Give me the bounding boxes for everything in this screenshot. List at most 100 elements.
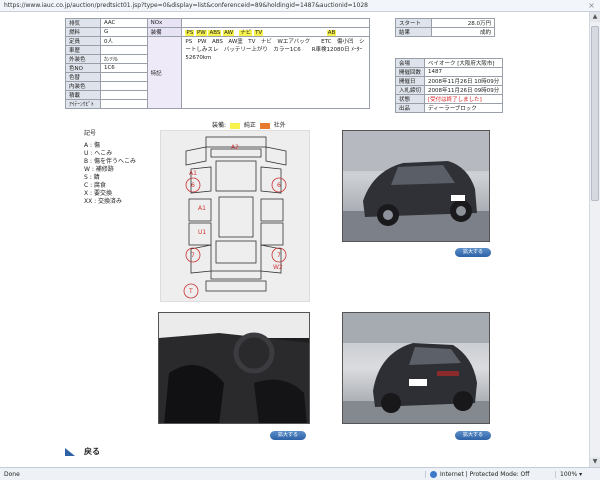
car-rear-image xyxy=(343,313,489,423)
pure-swatch xyxy=(229,122,240,129)
tokki-label: 特記 xyxy=(150,70,162,77)
marks-legend: 記号 A : 傷 U : へこみ B : 傷を伴うへこみ W : 補修跡 S :… xyxy=(84,130,136,206)
back-link[interactable]: 戻る xyxy=(64,446,100,457)
car-photo-interior[interactable] xyxy=(158,312,310,424)
status-bar: Done Internet | Protected Mode: Off 100%… xyxy=(0,467,600,480)
spec-value xyxy=(99,45,148,55)
spec-value: 0人 xyxy=(99,36,148,46)
auction-label: 入札締切 xyxy=(394,85,426,95)
car-photo-front[interactable] xyxy=(342,130,490,242)
legend-aftermarket: 社外 xyxy=(273,122,286,129)
spec-value xyxy=(99,90,148,100)
legend-title: 装備: xyxy=(212,122,227,129)
spec-value xyxy=(99,99,148,109)
spec-value: G xyxy=(99,27,148,37)
start-label: スタート xyxy=(395,18,432,28)
spec-table: 排気 AAC NOx 燃料 G 装備 PS PW ABS AW ナビ TV AB… xyxy=(65,18,370,109)
condition-diagram: A2 A1 A1 U1 W2 6 6 7 7 T xyxy=(160,130,310,302)
back-arrow-icon xyxy=(65,447,75,456)
equip-tag: PW xyxy=(195,30,207,36)
enlarge-button[interactable]: 拡大する xyxy=(270,431,306,440)
back-label[interactable]: 戻る xyxy=(84,446,100,457)
equip-tag: TV xyxy=(254,30,264,36)
diagram-mark: U1 xyxy=(198,229,207,236)
diagram-mark: W2 xyxy=(273,264,283,271)
diagram-mark: A2 xyxy=(231,144,239,151)
spec-label: ｱｲﾃｰﾝｳﾋﾟﾄ xyxy=(65,99,101,109)
close-icon[interactable]: × xyxy=(587,1,596,10)
scroll-up-icon[interactable]: ▲ xyxy=(590,12,600,22)
security-zone[interactable]: Internet | Protected Mode: Off xyxy=(425,470,555,478)
spec-label: 色替 xyxy=(65,72,101,82)
spec-label: 色NO xyxy=(65,63,101,73)
nox-value xyxy=(181,18,370,28)
equip-tag-ab: AB xyxy=(326,30,337,36)
auction-label: 開催回数 xyxy=(394,67,426,77)
zoom-control[interactable]: 100% ▾ xyxy=(555,470,582,478)
mark-item: A : 傷 xyxy=(84,142,100,149)
status-done: Done xyxy=(4,470,20,478)
tokki-label-cell: 特記 xyxy=(146,36,183,109)
zoom-text: 100% xyxy=(560,470,578,478)
equip-tag: ABS xyxy=(208,30,222,36)
vertical-scrollbar[interactable]: ▲ ▼ xyxy=(589,12,600,467)
diagram-mark: A1 xyxy=(198,205,206,212)
spec-value: 1C6 xyxy=(99,63,148,73)
diagram-mark: A1 xyxy=(189,170,197,177)
auction-value: 2008年11月26日 10時09分 xyxy=(424,76,504,86)
spec-value xyxy=(99,81,148,91)
auction-status-value: [受付は終了しました] xyxy=(424,94,504,104)
globe-icon xyxy=(430,470,437,478)
diagram-mark: 7 xyxy=(191,252,195,259)
spec-label: 排気 xyxy=(65,18,101,28)
car-photo-rear[interactable] xyxy=(342,312,490,424)
zone-text: Internet | Protected Mode: Off xyxy=(440,470,530,478)
diagram-mark: 7 xyxy=(277,252,281,259)
price-table: スタート 28.0万円 結果 成約 xyxy=(395,18,495,37)
auction-label: 状態 xyxy=(394,94,426,104)
spec-value: AAC xyxy=(99,18,148,28)
mark-item: B : 傷を伴うへこみ xyxy=(84,158,136,165)
tokki-text: PS PW ABS AW塗 TV ナビ Wエアバック ETC 傷小凹 シートしみ… xyxy=(181,36,370,109)
result-value: 成約 xyxy=(431,27,495,37)
spec-label: 内装色 xyxy=(65,81,101,91)
aftermarket-swatch xyxy=(259,122,270,129)
car-front-image xyxy=(343,131,489,241)
spec-label: 外装色 xyxy=(65,54,101,64)
mark-item: U : へこみ xyxy=(84,150,113,157)
scroll-down-icon[interactable]: ▼ xyxy=(590,457,600,467)
mark-item: S : 錆 xyxy=(84,174,100,181)
equip-label: 装備 xyxy=(146,27,183,37)
equip-tags: PS PW ABS AW ナビ TV AB xyxy=(181,27,370,37)
spec-label: 積載 xyxy=(65,90,101,100)
url-text[interactable]: https://www.iauc.co.jp/auction/predtsict… xyxy=(4,2,368,9)
auction-value: 1487 xyxy=(424,67,504,77)
auction-value: ディーラーブロック xyxy=(424,103,504,113)
enlarge-button[interactable]: 拡大する xyxy=(455,431,491,440)
equip-tag: AW xyxy=(223,30,235,36)
start-value: 28.0万円 xyxy=(431,18,495,28)
auction-label: 開催日 xyxy=(394,76,426,86)
scroll-thumb[interactable] xyxy=(591,26,599,201)
nox-label: NOx xyxy=(146,18,183,28)
equip-tag: PS xyxy=(185,30,195,36)
address-bar[interactable]: https://www.iauc.co.jp/auction/predtsict… xyxy=(0,0,600,12)
auction-value: 2008年11月26日 09時09分 xyxy=(424,85,504,95)
diagram-mark: T xyxy=(189,288,193,295)
equip-legend: 装備: 純正 社外 xyxy=(212,120,286,129)
spec-value: ｶﾝｿﾘﾙ xyxy=(99,54,148,64)
equip-tag: ナビ xyxy=(239,30,253,36)
mark-item: W : 補修跡 xyxy=(84,166,114,173)
marks-title: 記号 xyxy=(84,130,97,137)
car-interior-image xyxy=(159,313,309,423)
spec-value xyxy=(99,72,148,82)
result-label: 結果 xyxy=(395,27,432,37)
auction-label: 会場 xyxy=(394,58,426,68)
mark-item: C : 腐食 xyxy=(84,182,107,189)
auction-value: ベイオーク [大阪府大阪市] xyxy=(424,58,504,68)
mark-item: XX : 交換済み xyxy=(84,198,123,205)
spec-label: 燃料 xyxy=(65,27,101,37)
spec-label: 車歴 xyxy=(65,45,101,55)
car-outline-svg xyxy=(183,136,287,299)
enlarge-button[interactable]: 拡大する xyxy=(455,248,491,257)
